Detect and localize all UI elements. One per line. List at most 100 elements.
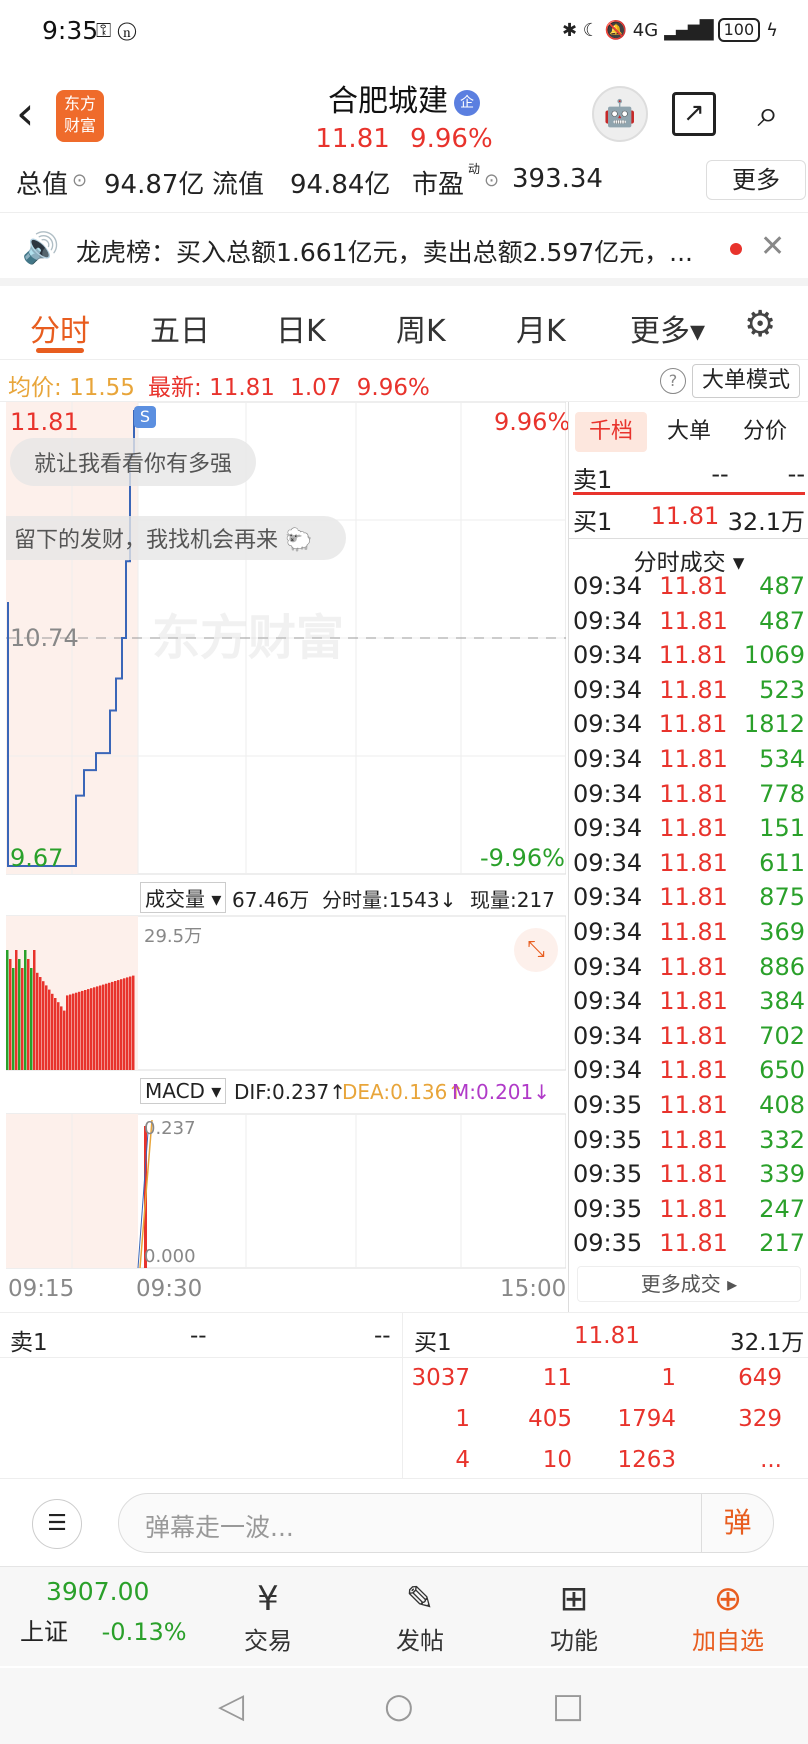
info-icon[interactable]: ⊙ [72, 170, 87, 191]
macd-m: M:0.201↓ [452, 1080, 551, 1104]
signal-bars-icon: ▂▄▆█ [664, 19, 713, 41]
edit-icon: ✎ [405, 1579, 435, 1619]
volume-bar [60, 1006, 63, 1070]
nav-trade[interactable]: ¥ 交易 [208, 1577, 328, 1656]
price-summary: 均价: 11.55 最新: 11.81 1.07 9.96% ? 大单模式 [0, 362, 808, 402]
expand-icon[interactable]: ⤡ [514, 928, 558, 972]
float-cap-label: 流值 [212, 170, 265, 200]
signal-icons: ✱ ☾ 🔕 4G [562, 19, 659, 41]
home-nav-icon[interactable]: ○ [384, 1686, 414, 1726]
volume-bar [33, 950, 36, 1070]
active-tab-indicator [36, 348, 84, 353]
queue-cell: 11 [542, 1365, 572, 1391]
share-icon[interactable]: ↗ [672, 92, 716, 136]
pe-label: 市盈 [412, 170, 465, 200]
more-stats-button[interactable]: 更多 [706, 160, 806, 200]
index-widget[interactable]: 3907.00 上证 -0.13% [20, 1577, 200, 1647]
tab-monthly-k[interactable]: 月K [516, 306, 566, 350]
nav-post[interactable]: ✎ 发帖 [360, 1577, 480, 1656]
pct-low-label: -9.96% [480, 844, 565, 872]
level-book: 卖1 -- -- 买1 11.81 32.1万 3037 11 1 649 1 405 17… [0, 1312, 808, 1479]
volume-selector[interactable]: 成交量 ▾ [140, 882, 227, 913]
book-divider [573, 492, 805, 495]
tick-row: 09:35 11.81 332 [573, 1125, 805, 1154]
volume-bar [99, 985, 102, 1070]
queue-cell: 4 [455, 1447, 470, 1473]
index-name: 上证 [20, 1618, 68, 1646]
volume-bar [117, 980, 120, 1070]
tick-row: 09:34 11.81 487 [573, 606, 805, 635]
info-icon[interactable]: ⊙ [484, 170, 499, 191]
tick-row: 09:34 11.81 487 [573, 572, 805, 600]
more-trades-button[interactable]: 更多成交 ▸ [577, 1266, 801, 1302]
header-price: 11.81 [315, 124, 390, 154]
notice-bar[interactable]: 🔊 龙虎榜：买入总额1.661亿元，卖出总额2.597亿元，... ✕ [0, 212, 808, 286]
comment-bar: ☰ 弹幕走一波... 弹 [0, 1478, 808, 1564]
s-marker-icon[interactable]: S [134, 406, 156, 428]
macd-dif: DIF:0.237↑ [234, 1080, 347, 1104]
volume-bar [75, 992, 78, 1070]
bb-buy1-label: 买1 [414, 1330, 452, 1356]
volume-bar [114, 981, 117, 1070]
tab-five-day[interactable]: 五日 [150, 306, 210, 350]
macd-selector[interactable]: MACD ▾ [140, 1078, 227, 1104]
queue-cell: 1 [455, 1406, 470, 1432]
tick-row: 09:34 11.81 1812 [573, 710, 805, 739]
nav-add-watchlist[interactable]: ⊕ 加自选 [668, 1577, 788, 1656]
back-nav-icon[interactable]: ◁ [218, 1686, 244, 1726]
chart-tabs: 分时 五日 日K 周K 月K 更多▾ ⚙ [0, 290, 808, 360]
macd-header: MACD ▾ DIF:0.237↑ DEA:0.136↑ M:0.201↓ [6, 1072, 566, 1112]
status-icons: ✱ ☾ 🔕 4G ▂▄▆█ 100 ϟ [562, 18, 778, 42]
index-change: -0.13% [101, 1618, 187, 1646]
avg-price: 均价: 11.55 [8, 375, 135, 401]
tab-daily-k[interactable]: 日K [276, 306, 326, 350]
help-icon[interactable]: ? [660, 368, 686, 394]
x-end-label: 15:00 [500, 1276, 567, 1302]
tick-row: 09:34 11.81 151 [573, 814, 805, 843]
recents-nav-icon[interactable]: □ [552, 1686, 584, 1726]
volume-max-label: 29.5万 [144, 926, 203, 947]
volume-bar [96, 986, 99, 1070]
grid-icon: ⊞ [559, 1579, 589, 1619]
close-icon[interactable]: ✕ [760, 229, 785, 264]
tick-row: 09:34 11.81 778 [573, 779, 805, 808]
volume-bar [57, 1002, 60, 1070]
volume-bar [93, 987, 96, 1070]
y-low-label: 9.67 [10, 844, 64, 872]
buy1-row: 买1 11.81 32.1万 [573, 502, 805, 536]
total-cap-label: 总值 [16, 170, 69, 200]
tab-price-dist[interactable]: 分价 [729, 412, 801, 452]
status-bar: 9:35 ⚿ ⓝ ✱ ☾ 🔕 4G ▂▄▆█ 100 ϟ [0, 0, 808, 64]
tab-weekly-k[interactable]: 周K [396, 306, 446, 350]
danmu-input[interactable]: 弹幕走一波... 弹 [118, 1493, 774, 1553]
tab-more[interactable]: 更多▾ [630, 306, 705, 350]
tick-row: 09:35 11.81 339 [573, 1160, 805, 1189]
queue-cell: 649 [738, 1365, 782, 1391]
tick-row: 09:34 11.81 384 [573, 987, 805, 1016]
bb-divider [402, 1313, 403, 1479]
tick-row: 09:34 11.81 702 [573, 1021, 805, 1050]
assistant-robot-icon[interactable]: 🤖 [592, 86, 648, 142]
danmu-toggle-button[interactable]: 弹 [701, 1494, 773, 1552]
volume-bar [126, 977, 129, 1070]
big-order-mode-button[interactable]: 大单模式 [692, 364, 800, 398]
tab-thousand-level[interactable]: 千档 [575, 412, 647, 452]
bb-buy1-vol: 32.1万 [730, 1330, 805, 1356]
queue-cell: 1263 [617, 1447, 676, 1473]
pct-high-label: 9.96% [494, 408, 571, 436]
yen-icon: ¥ [257, 1579, 279, 1619]
tab-intraday[interactable]: 分时 [30, 306, 90, 350]
intraday-chart[interactable]: 11.81 10.74 9.67 9.96% -9.96% 东方财富 S 就让我… [6, 402, 570, 1312]
volume-bar [54, 998, 57, 1070]
gear-icon[interactable]: ⚙ [744, 304, 776, 345]
bb-sell1-mid: -- [190, 1323, 207, 1349]
queue-cell: 10 [542, 1447, 572, 1473]
bb-sell1-label: 卖1 [10, 1330, 48, 1356]
note-icon[interactable]: ☰ [32, 1499, 82, 1549]
notice-text[interactable]: 龙虎榜：买入总额1.661亿元，卖出总额2.597亿元，... [76, 233, 716, 269]
nav-functions[interactable]: ⊞ 功能 [514, 1577, 634, 1656]
search-icon[interactable]: ⌕ [744, 90, 792, 138]
x-start-label: 09:15 [8, 1276, 75, 1302]
volume-bar [108, 982, 111, 1070]
tab-big-order[interactable]: 大单 [653, 412, 725, 452]
